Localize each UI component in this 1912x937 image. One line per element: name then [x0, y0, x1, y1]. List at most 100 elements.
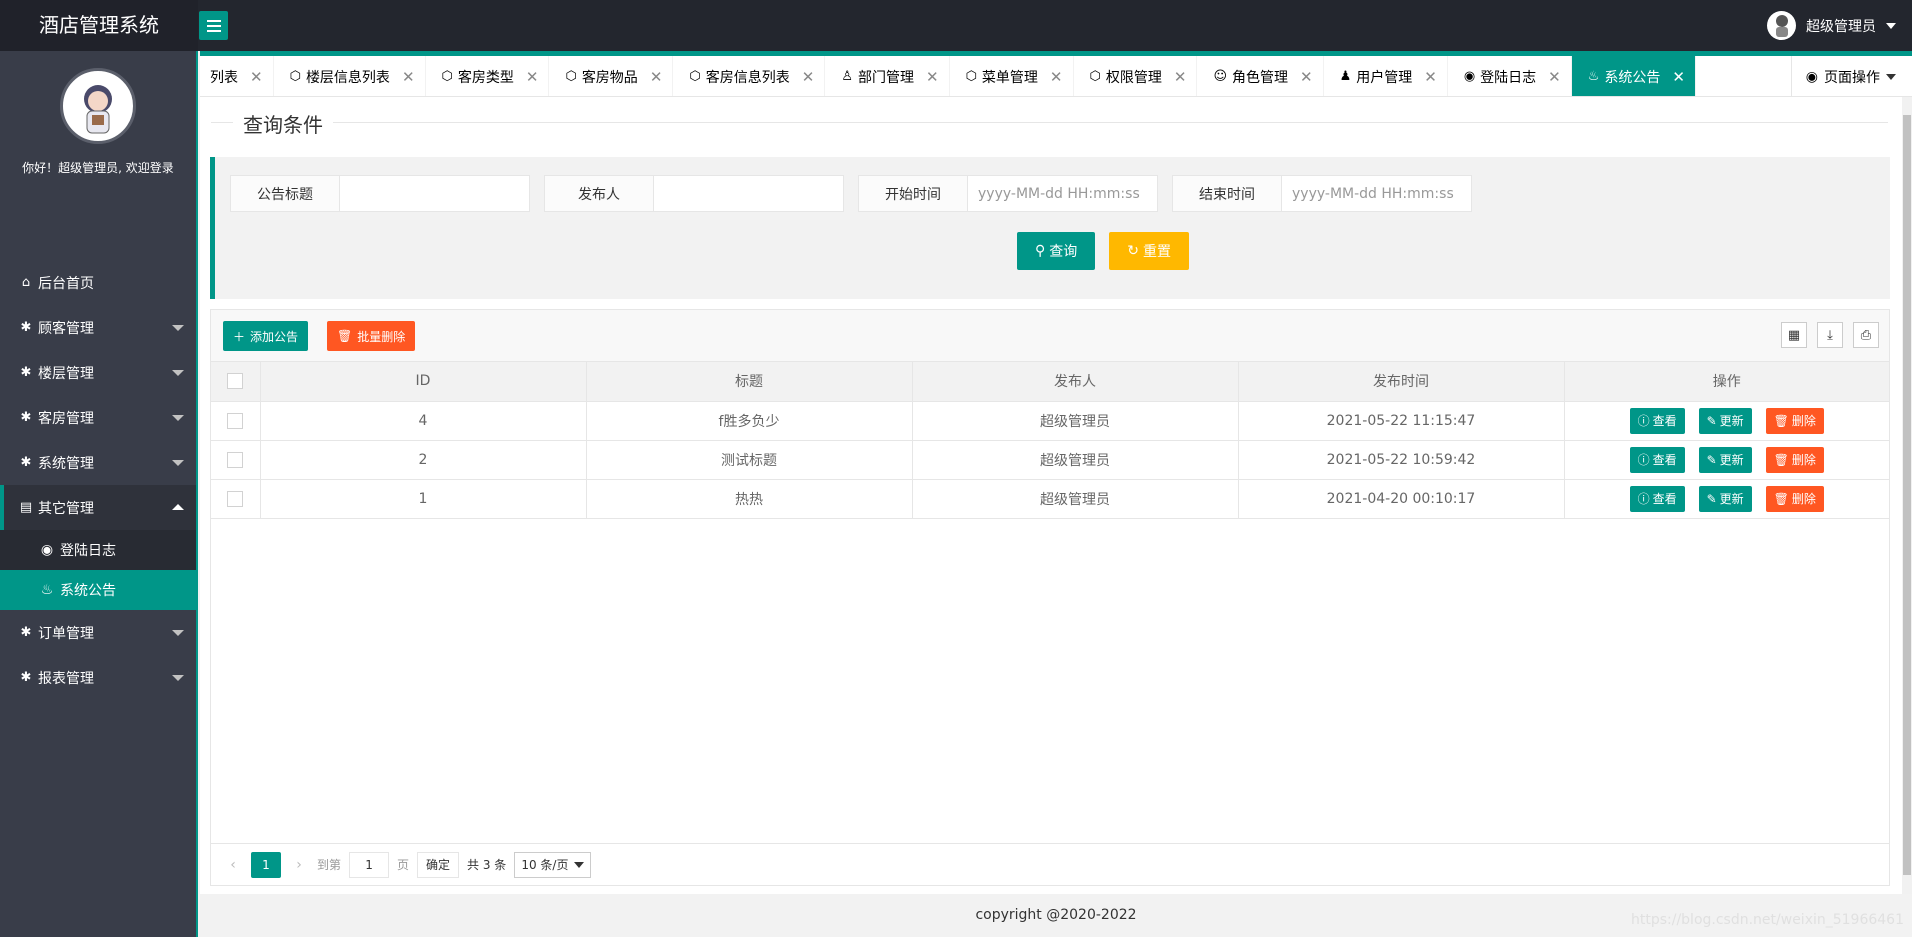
update-button[interactable]: ✎ 更新 — [1698, 485, 1752, 512]
page-size-select[interactable]: 10 条/页 — [514, 851, 592, 878]
home-icon: ⌂ — [21, 275, 31, 290]
query-button[interactable]: ⚲ 查询 — [1017, 232, 1096, 270]
update-button[interactable]: ✎ 更新 — [1698, 407, 1752, 434]
close-icon[interactable]: ✕ — [802, 68, 815, 86]
tab-list[interactable]: 列表 ✕ — [200, 56, 274, 96]
cell-id: 1 — [260, 479, 587, 519]
tab-departments[interactable]: ♙ 部门管理 ✕ — [825, 56, 950, 96]
page-jump-input[interactable]: 1 — [349, 851, 390, 878]
data-table-panel: ＋ 添加公告 🗑 批量删除 ▦ ⤓ ⎙ ID 标题 发布人 发布时间 操作 4 … — [210, 309, 1890, 886]
tab-label: 登陆日志 — [1480, 69, 1537, 86]
sidebar-item-announcements[interactable]: ♨ 系统公告 — [0, 570, 196, 610]
chevron-down-icon — [172, 370, 184, 376]
page-jump-confirm-button[interactable]: 确定 — [417, 851, 460, 878]
close-icon[interactable]: ✕ — [402, 68, 415, 86]
sidebar-item-customers[interactable]: ✱ 顾客管理 — [0, 305, 196, 350]
tab-label: 客房物品 — [581, 69, 638, 86]
close-icon[interactable]: ✕ — [1050, 68, 1063, 86]
tab-menus[interactable]: ⬡ 菜单管理 ✕ — [950, 56, 1074, 96]
sidebar-item-orders[interactable]: ✱ 订单管理 — [0, 610, 196, 655]
update-button[interactable]: ✎ 更新 — [1698, 446, 1752, 473]
sidebar-item-label: 系统管理 — [38, 455, 94, 472]
page-operations-menu[interactable]: ◉ 页面操作 — [1790, 56, 1896, 96]
row-checkbox[interactable] — [227, 490, 244, 507]
title-input[interactable] — [340, 175, 530, 212]
close-icon[interactable]: ✕ — [526, 68, 539, 86]
sidebar-item-home[interactable]: ⌂ 后台首页 — [0, 260, 196, 305]
tab-label: 用户管理 — [1356, 69, 1413, 86]
delete-button[interactable]: 🗑 删除 — [1765, 407, 1824, 434]
menu-toggle-button[interactable] — [199, 11, 228, 40]
sidebar-item-system[interactable]: ✱ 系统管理 — [0, 440, 196, 485]
tab-roles[interactable]: ☺ 角色管理 ✕ — [1197, 56, 1324, 96]
close-icon[interactable]: ✕ — [1174, 68, 1187, 86]
clipboard-icon: ▤ — [19, 500, 33, 515]
page-unit-label: 页 — [397, 858, 410, 872]
tab-login-log[interactable]: ◉ 登陆日志 ✕ — [1448, 56, 1572, 96]
column-header[interactable]: 标题 — [586, 362, 913, 402]
close-icon[interactable]: ✕ — [926, 68, 939, 86]
current-page[interactable]: 1 — [251, 851, 281, 878]
query-button-label: 查询 — [1049, 244, 1078, 260]
tab-floor-list[interactable]: ⬡ 楼层信息列表 ✕ — [274, 56, 426, 96]
table-row: 1 热热 超级管理员 2021-04-20 00:10:17 ⓘ 查看 ✎ 更新 🗑… — [211, 479, 1889, 519]
tab-users[interactable]: ♟ 用户管理 ✕ — [1324, 56, 1448, 96]
reset-button-label: 重置 — [1143, 244, 1171, 260]
tab-announcements[interactable]: ♨ 系统公告 ✕ — [1571, 56, 1696, 96]
sidebar-item-floors[interactable]: ✱ 楼层管理 — [0, 350, 196, 395]
columns-filter-icon[interactable]: ▦ — [1781, 322, 1807, 348]
start-time-input[interactable]: yyyy-MM-dd HH:mm:ss — [968, 175, 1158, 212]
next-page-icon[interactable]: › — [289, 857, 309, 873]
tab-label: 角色管理 — [1232, 69, 1288, 86]
column-header[interactable]: 发布时间 — [1238, 362, 1565, 402]
sidebar-item-login-log[interactable]: ◉ 登陆日志 — [0, 530, 196, 570]
edit-icon: ✎ — [1706, 491, 1717, 506]
tab-room-items[interactable]: ⬡ 客房物品 ✕ — [549, 56, 674, 96]
reset-button[interactable]: ↻ 重置 — [1109, 232, 1189, 270]
row-checkbox[interactable] — [227, 451, 244, 468]
sidebar-item-label: 订单管理 — [38, 625, 94, 642]
close-icon[interactable]: ✕ — [250, 68, 263, 86]
tab-permissions[interactable]: ⬡ 权限管理 ✕ — [1074, 56, 1198, 96]
delete-button[interactable]: 🗑 删除 — [1765, 446, 1824, 473]
add-announcement-button[interactable]: ＋ 添加公告 — [223, 321, 309, 351]
end-time-input[interactable]: yyyy-MM-dd HH:mm:ss — [1282, 175, 1472, 212]
tab-label: 权限管理 — [1105, 69, 1162, 86]
delete-button[interactable]: 🗑 删除 — [1765, 485, 1824, 512]
export-icon[interactable]: ⤓ — [1817, 322, 1843, 348]
cell-actions: ⓘ 查看 ✎ 更新 🗑 删除 — [1564, 401, 1889, 441]
sidebar-item-reports[interactable]: ✱ 报表管理 — [0, 655, 196, 700]
select-all-checkbox[interactable] — [227, 373, 244, 390]
close-icon[interactable]: ✕ — [1672, 68, 1685, 86]
close-icon[interactable]: ✕ — [1424, 68, 1437, 86]
gear-icon: ✱ — [20, 410, 32, 425]
author-input[interactable] — [654, 175, 844, 212]
update-label: 更新 — [1719, 453, 1744, 467]
sidebar-item-other[interactable]: ▤ 其它管理 — [0, 485, 196, 530]
tab-room-info[interactable]: ⬡ 客房信息列表 ✕ — [673, 56, 826, 96]
column-header[interactable]: 发布人 — [912, 362, 1239, 402]
batch-delete-button[interactable]: 🗑 批量删除 — [327, 321, 416, 351]
goto-label: 到第 — [317, 858, 342, 872]
row-checkbox[interactable] — [227, 412, 244, 429]
close-icon[interactable]: ✕ — [650, 68, 663, 86]
gear-icon: ✱ — [20, 625, 32, 640]
cube-icon: ⬡ — [965, 69, 977, 84]
sidebar-item-label: 系统公告 — [60, 583, 116, 599]
view-button[interactable]: ⓘ 查看 — [1629, 485, 1685, 512]
column-header[interactable]: ID — [260, 362, 587, 402]
cell-actions: ⓘ 查看 ✎ 更新 🗑 删除 — [1564, 440, 1889, 480]
print-icon[interactable]: ⎙ — [1853, 322, 1879, 348]
cube-icon: ⬡ — [289, 69, 301, 84]
prev-page-icon[interactable]: ‹ — [223, 857, 243, 873]
tab-room-types[interactable]: ⬡ 客房类型 ✕ — [426, 56, 550, 96]
cell-title: 热热 — [586, 479, 913, 519]
close-icon[interactable]: ✕ — [1548, 68, 1561, 86]
sidebar-item-rooms[interactable]: ✱ 客房管理 — [0, 395, 196, 440]
view-button[interactable]: ⓘ 查看 — [1629, 446, 1685, 473]
vertical-scrollbar[interactable] — [1902, 97, 1912, 894]
view-button[interactable]: ⓘ 查看 — [1629, 407, 1685, 434]
user-menu[interactable]: 超级管理员 — [1767, 0, 1896, 51]
close-icon[interactable]: ✕ — [1300, 68, 1313, 86]
row-select-cell — [211, 440, 261, 480]
